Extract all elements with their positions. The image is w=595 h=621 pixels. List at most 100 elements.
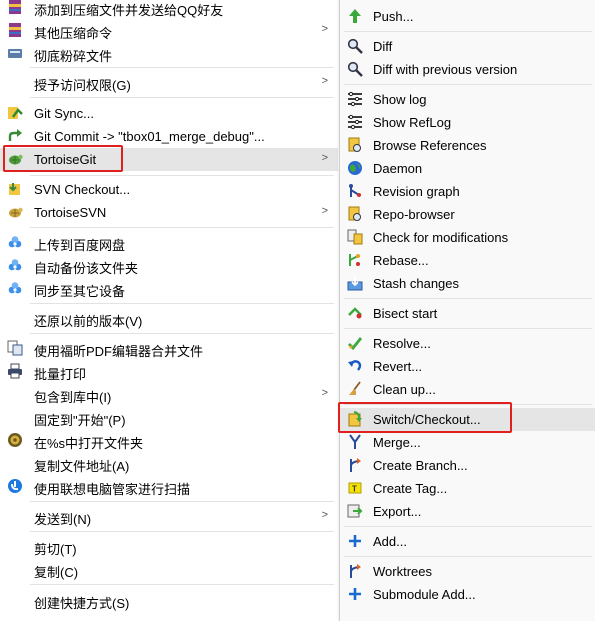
menu-item-restore-previous[interactable]: 还原以前的版本(V) (0, 307, 338, 330)
menu-item-repo-browser[interactable]: Repo-browser (340, 203, 595, 226)
separator (30, 501, 334, 502)
menu-item-worktrees[interactable]: Worktrees (340, 560, 595, 583)
pdf-merge-icon (7, 340, 23, 356)
menu-item-auto-backup[interactable]: 自动备份该文件夹 (0, 254, 338, 277)
check-mods-icon (347, 229, 363, 245)
git-commit-icon (7, 128, 23, 144)
chevron-right-icon: > (321, 509, 328, 521)
menu-item-push[interactable]: Push... (340, 5, 595, 28)
lenovo-guard-icon (7, 478, 23, 494)
stash-icon (347, 275, 363, 291)
menu-item-svn-checkout[interactable]: SVN Checkout... (0, 178, 338, 201)
menu-item-add-archive-send-qq[interactable]: 添加到压缩文件并发送给QQ好友 (0, 0, 338, 19)
git-sync-icon (7, 105, 23, 121)
menu-item-submodule-add[interactable]: Submodule Add... (340, 583, 595, 606)
menu-item-resolve[interactable]: Resolve... (340, 332, 595, 355)
highlight-box-tortoisegit (3, 145, 123, 172)
menu-item-shred[interactable]: 彻底粉碎文件 (0, 42, 338, 65)
chevron-right-icon: > (321, 387, 328, 399)
menu-item-daemon[interactable]: Daemon (340, 157, 595, 180)
svg-text:T: T (352, 485, 357, 494)
repo-browser-icon (347, 206, 363, 222)
menu-item-copy-path[interactable]: 复制文件地址(A) (0, 452, 338, 475)
chevron-right-icon: > (321, 152, 328, 164)
worktree-icon (347, 563, 363, 579)
menu-item-foxit-merge[interactable]: 使用福昕PDF编辑器合并文件 (0, 337, 338, 360)
menu-item-rebase[interactable]: Rebase... (340, 249, 595, 272)
menu-item-send-to[interactable]: 发送到(N) > (0, 505, 338, 528)
printer-icon (7, 363, 23, 379)
menu-item-tortoisesvn[interactable]: TortoiseSVN > (0, 201, 338, 224)
diff-icon (347, 61, 363, 77)
menu-item-git-sync[interactable]: Git Sync... (0, 102, 338, 125)
folder-open-icon (7, 432, 23, 448)
broom-icon (347, 381, 363, 397)
shredder-icon (7, 45, 23, 61)
menu-item-add[interactable]: Add... (340, 530, 595, 553)
menu-item-bisect-start[interactable]: Bisect start (340, 302, 595, 325)
menu-item-sync-devices[interactable]: 同步至其它设备 (0, 277, 338, 300)
menu-item-open-folder-in[interactable]: 在%s中打开文件夹 (0, 429, 338, 452)
log-icon (347, 91, 363, 107)
separator (30, 97, 334, 98)
separator (344, 84, 592, 85)
add-icon (347, 586, 363, 602)
chevron-right-icon: > (321, 75, 328, 87)
winrar-icon (7, 0, 23, 15)
separator (344, 31, 592, 32)
menu-item-revision-graph[interactable]: Revision graph (340, 180, 595, 203)
menu-item-batch-print[interactable]: 批量打印 (0, 360, 338, 383)
bisect-icon (347, 305, 363, 321)
separator (344, 526, 592, 527)
context-menu: 添加到压缩文件并发送给QQ好友 其他压缩命令 > 彻底粉碎文件 授予访问权限(G… (0, 0, 338, 621)
add-icon (347, 533, 363, 549)
menu-item-browse-references[interactable]: Browse References (340, 134, 595, 157)
resolve-icon (347, 335, 363, 351)
separator (30, 303, 334, 304)
highlight-box-switch-checkout (338, 402, 512, 433)
menu-item-lenovo-scan[interactable]: 使用联想电脑管家进行扫描 (0, 475, 338, 498)
svn-checkout-icon (7, 181, 23, 197)
menu-item-pin-start[interactable]: 固定到"开始"(P) (0, 406, 338, 429)
menu-item-stash-changes[interactable]: Stash changes (340, 272, 595, 295)
separator (344, 298, 592, 299)
separator (344, 556, 592, 557)
separator (30, 175, 334, 176)
tortoisesvn-icon (7, 204, 23, 220)
merge-icon (347, 434, 363, 450)
tortoisegit-submenu: Push... Diff Diff with previous version … (339, 0, 595, 621)
baidu-cloud-icon (7, 280, 23, 296)
baidu-cloud-icon (7, 234, 23, 250)
menu-item-export[interactable]: Export... (340, 500, 595, 523)
separator (30, 531, 334, 532)
menu-item-diff[interactable]: Diff (340, 35, 595, 58)
baidu-cloud-icon (7, 257, 23, 273)
revision-graph-icon (347, 183, 363, 199)
menu-item-check-modifications[interactable]: Check for modifications (340, 226, 595, 249)
separator (30, 227, 334, 228)
branch-icon (347, 457, 363, 473)
menu-item-other-compress[interactable]: 其他压缩命令 > (0, 19, 338, 42)
menu-item-merge[interactable]: Merge... (340, 431, 595, 454)
tag-icon: T (347, 480, 363, 496)
menu-item-create-tag[interactable]: T Create Tag... (340, 477, 595, 500)
menu-item-diff-previous[interactable]: Diff with previous version (340, 58, 595, 81)
menu-item-create-branch[interactable]: Create Branch... (340, 454, 595, 477)
menu-item-upload-baidu[interactable]: 上传到百度网盘 (0, 231, 338, 254)
menu-item-grant-access[interactable]: 授予访问权限(G) > (0, 71, 338, 94)
menu-item-revert[interactable]: Revert... (340, 355, 595, 378)
menu-item-cut[interactable]: 剪切(T) (0, 535, 338, 558)
menu-item-show-log[interactable]: Show log (340, 88, 595, 111)
separator (30, 584, 334, 585)
menu-item-show-reflog[interactable]: Show RefLog (340, 111, 595, 134)
menu-item-clean-up[interactable]: Clean up... (340, 378, 595, 401)
chevron-right-icon: > (321, 205, 328, 217)
rebase-icon (347, 252, 363, 268)
log-icon (347, 114, 363, 130)
menu-item-copy[interactable]: 复制(C) (0, 558, 338, 581)
push-icon (347, 8, 363, 24)
menu-item-include-library[interactable]: 包含到库中(I) > (0, 383, 338, 406)
chevron-right-icon: > (321, 23, 328, 35)
globe-icon (347, 160, 363, 176)
menu-item-create-shortcut[interactable]: 创建快捷方式(S) (0, 589, 338, 612)
